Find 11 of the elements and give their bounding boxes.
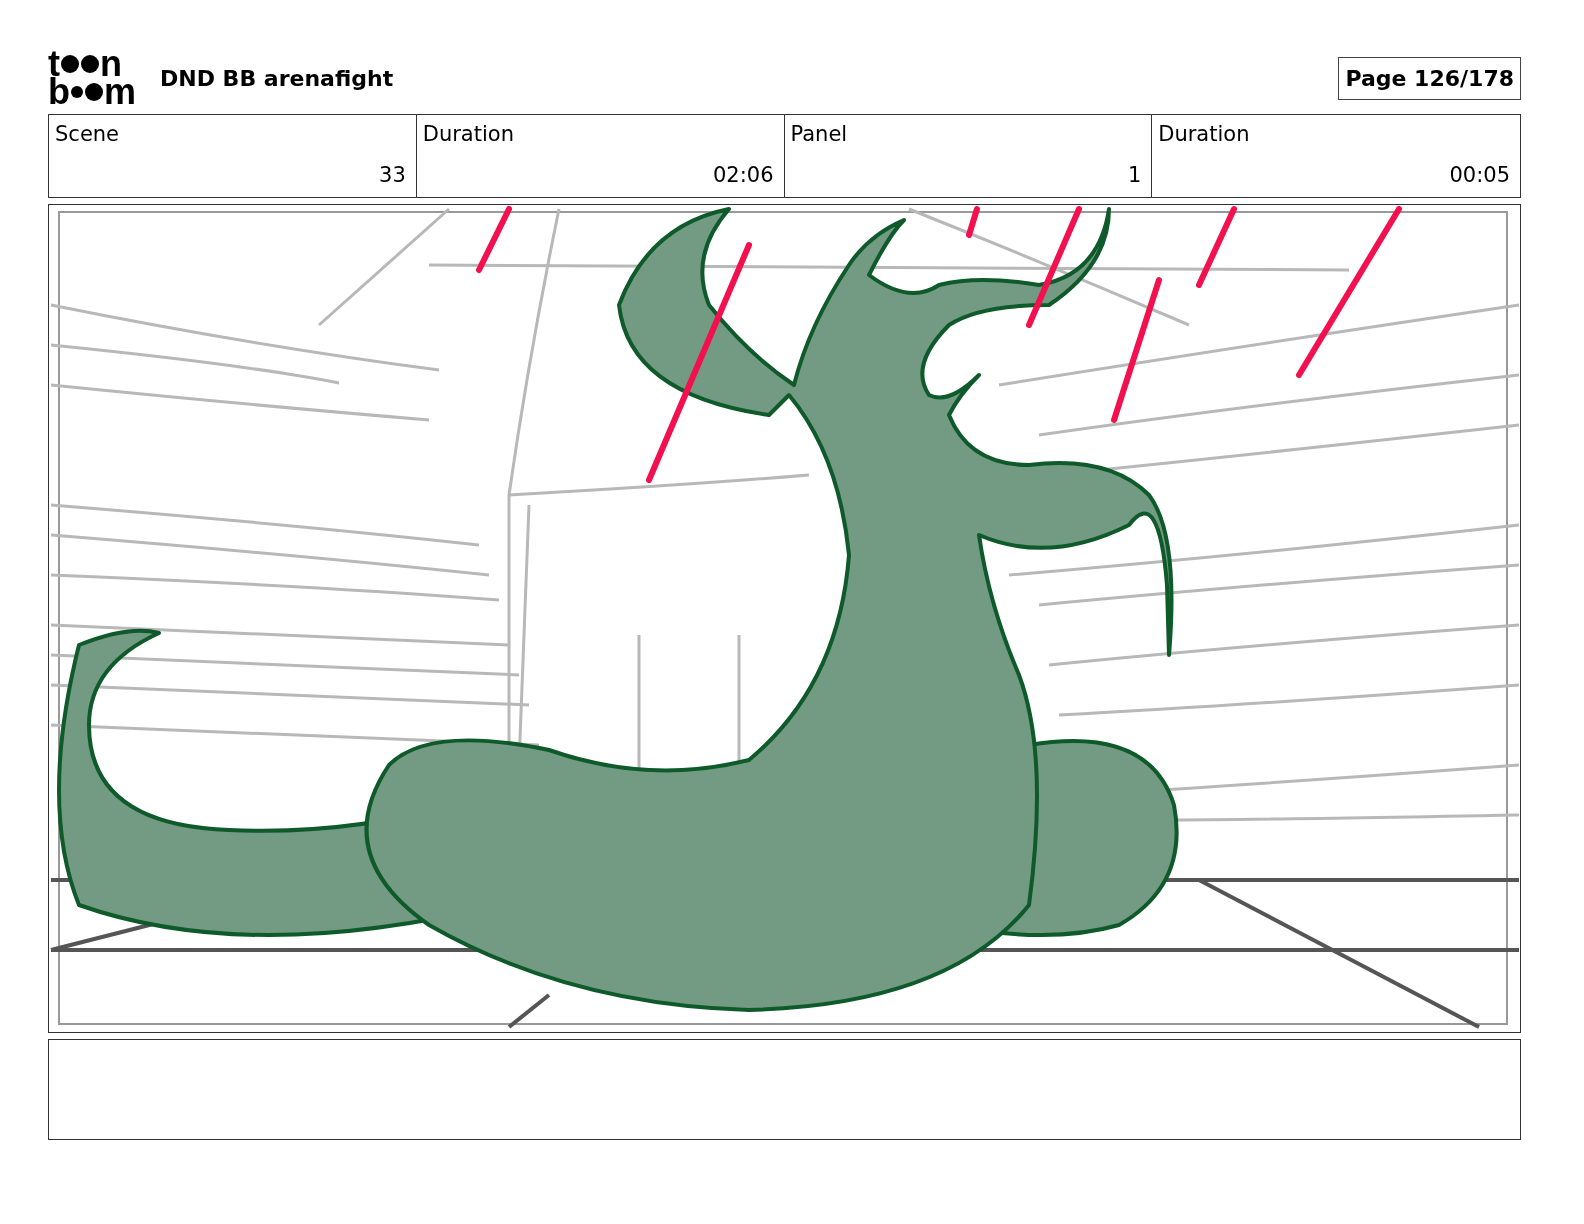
- field-label: Duration: [1158, 121, 1251, 148]
- field-label: Duration: [422, 121, 515, 148]
- field-value: 1: [1126, 161, 1142, 189]
- page-number: Page 126/178: [1338, 56, 1521, 100]
- project-title: DND BB arenafight: [160, 64, 394, 93]
- toon-boom-logo: t n b m: [48, 50, 136, 106]
- field-value: 02:06: [711, 161, 774, 189]
- field-value: 33: [378, 161, 406, 189]
- field-value: 00:05: [1448, 161, 1510, 189]
- field-label: Scene: [55, 121, 121, 148]
- field-label: Panel: [790, 121, 849, 148]
